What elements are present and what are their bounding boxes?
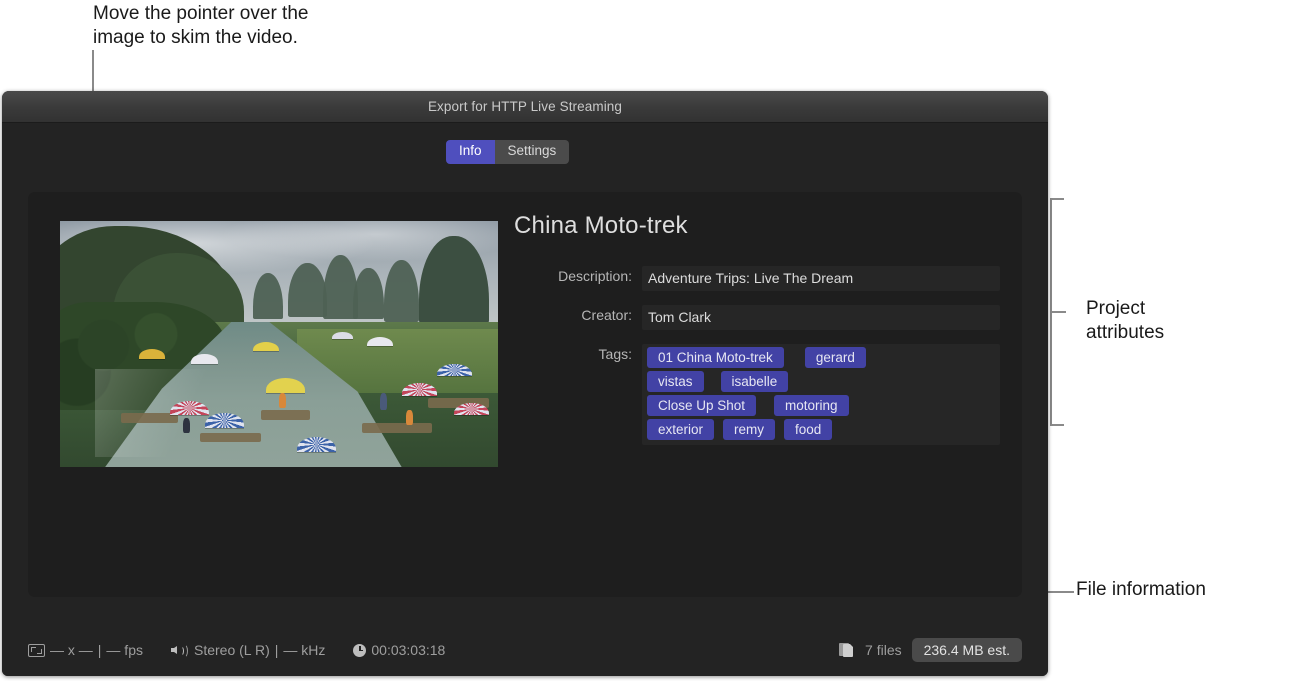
tab-bar: Info Settings: [446, 140, 569, 164]
tag-row: vistas isabelle: [647, 371, 995, 392]
tags-label: Tags:: [514, 344, 642, 365]
files-icon: [839, 642, 855, 658]
file-count-value: 7 files: [865, 642, 902, 658]
tab-settings[interactable]: Settings: [495, 140, 570, 164]
fps-separator: |: [98, 642, 102, 658]
field-tags: Tags: 01 China Moto-trek gerard vistas i…: [514, 344, 1000, 445]
tag-chip[interactable]: isabelle: [721, 371, 789, 392]
tags-container[interactable]: 01 China Moto-trek gerard vistas isabell…: [642, 344, 1000, 445]
leader-line-file-information: [1048, 591, 1074, 593]
dialog-titlebar: Export for HTTP Live Streaming: [2, 91, 1048, 123]
scene-umbrella: [297, 437, 336, 452]
scene-umbrella: [191, 354, 217, 364]
scene-umbrella: [332, 332, 354, 339]
tag-row: exterior remy food: [647, 419, 995, 440]
export-dialog: Export for HTTP Live Streaming Info Sett…: [2, 91, 1048, 676]
creator-label: Creator:: [514, 305, 642, 326]
sample-rate-value: — kHz: [283, 642, 325, 658]
tab-info[interactable]: Info: [446, 140, 495, 164]
callout-project-attributes: Project attributes: [1086, 297, 1266, 346]
tag-chip[interactable]: gerard: [805, 347, 866, 368]
audio-separator: |: [275, 642, 279, 658]
speaker-icon: [171, 643, 189, 657]
video-thumbnail-image: [60, 221, 498, 467]
callout-skim-video: Move the pointer over the image to skim …: [93, 2, 493, 51]
media-properties: — x — | — fps Stereo (L R) | — kHz: [28, 642, 445, 658]
scene-person: [183, 418, 190, 433]
description-label: Description:: [514, 266, 642, 287]
duration-group: 00:03:03:18: [353, 642, 445, 658]
tag-chip[interactable]: remy: [723, 419, 775, 440]
scene-person: [380, 393, 387, 410]
output-summary: 7 files 236.4 MB est.: [839, 638, 1022, 662]
tag-chip[interactable]: motoring: [774, 395, 849, 416]
info-panel: China Moto-trek Description: Adventure T…: [28, 192, 1022, 597]
field-description: Description: Adventure Trips: Live The D…: [514, 266, 1000, 291]
file-information-bar: — x — | — fps Stereo (L R) | — kHz: [2, 623, 1048, 676]
callout-file-information: File information: [1076, 578, 1296, 602]
scene-umbrella: [402, 383, 437, 395]
size-estimate-badge: 236.4 MB est.: [912, 638, 1022, 662]
tag-chip[interactable]: exterior: [647, 419, 714, 440]
frame-size-icon: [28, 644, 45, 657]
duration-value: 00:03:03:18: [371, 642, 445, 658]
bracket-tick-project-attributes: [1050, 311, 1066, 313]
project-attributes: China Moto-trek Description: Adventure T…: [514, 212, 1000, 459]
scene-raft: [362, 423, 432, 433]
resolution-group: — x — | — fps: [28, 642, 143, 658]
fps-value: — fps: [106, 642, 143, 658]
project-title: China Moto-trek: [514, 212, 1000, 240]
field-creator: Creator: Tom Clark: [514, 305, 1000, 330]
audio-channels-value: Stereo (L R): [194, 642, 270, 658]
resolution-value: — x —: [50, 642, 93, 658]
tag-chip[interactable]: vistas: [647, 371, 704, 392]
scene-umbrella: [139, 349, 165, 359]
video-thumbnail[interactable]: [60, 221, 498, 467]
scene-raft: [200, 433, 261, 443]
scene-person: [406, 410, 413, 425]
tag-chip[interactable]: 01 China Moto-trek: [647, 347, 784, 368]
tag-row: 01 China Moto-trek gerard: [647, 347, 995, 368]
tag-row: Close Up Shot motoring: [647, 395, 995, 416]
audio-group: Stereo (L R) | — kHz: [171, 642, 325, 658]
dialog-body: Info Settings: [2, 123, 1048, 623]
description-value[interactable]: Adventure Trips: Live The Dream: [642, 266, 1000, 291]
tag-chip[interactable]: food: [784, 419, 832, 440]
clock-icon: [353, 644, 366, 657]
scene-person: [279, 393, 286, 408]
scene-umbrella: [266, 378, 305, 393]
scene-raft: [261, 410, 309, 420]
tag-chip[interactable]: Close Up Shot: [647, 395, 756, 416]
dialog-title: Export for HTTP Live Streaming: [428, 99, 622, 114]
creator-value[interactable]: Tom Clark: [642, 305, 1000, 330]
